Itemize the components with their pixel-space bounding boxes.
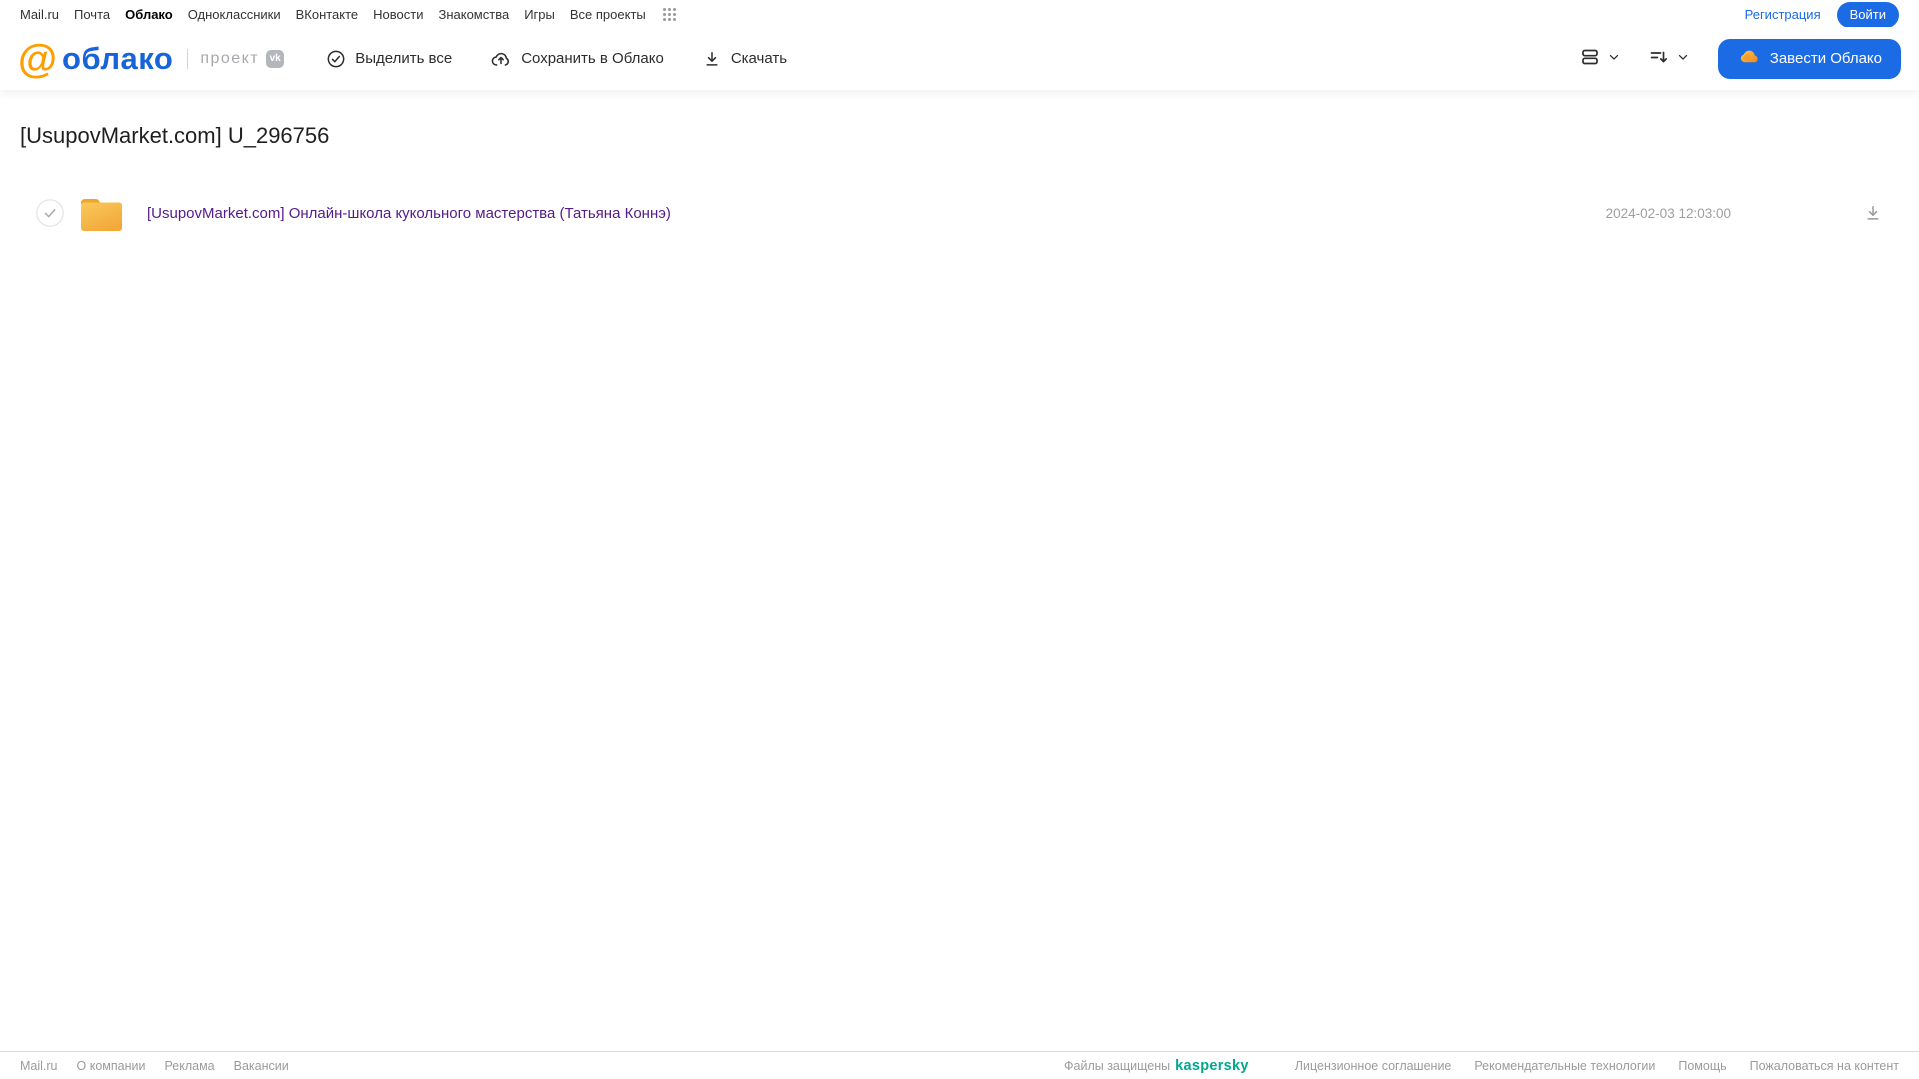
footer-help-link[interactable]: Помощь xyxy=(1678,1059,1726,1073)
protected-label: Файлы защищены xyxy=(1064,1058,1171,1073)
sort-icon xyxy=(1647,45,1671,72)
download-icon xyxy=(702,49,722,69)
topnav-odnoklassniki[interactable]: Одноклассники xyxy=(188,7,281,22)
chevron-down-icon xyxy=(1607,50,1621,67)
folder-icon[interactable] xyxy=(78,193,125,233)
mailru-at-icon: @ xyxy=(18,36,58,81)
file-date: 2024-02-03 12:03:00 xyxy=(1605,205,1731,221)
check-circle-icon xyxy=(326,49,346,69)
select-all-label: Выделить все xyxy=(355,50,453,67)
footer-report-link[interactable]: Пожаловаться на контент xyxy=(1750,1059,1899,1073)
orange-cloud-icon xyxy=(1737,45,1761,73)
cloud-header: @ облако проект vk Выделить все Сохранит… xyxy=(0,27,1919,90)
download-label: Скачать xyxy=(730,50,788,67)
topnav-igry[interactable]: Игры xyxy=(524,7,555,22)
portal-topbar: Mail.ru Почта Облако Одноклассники ВКонт… xyxy=(0,0,1919,28)
footer-ads-link[interactable]: Реклама xyxy=(164,1059,214,1073)
file-row[interactable]: [UsupovMarket.com] Онлайн-школа кукольно… xyxy=(20,187,1899,239)
topnav-vse-proekty[interactable]: Все проекты xyxy=(570,7,646,22)
footer-license-link[interactable]: Лицензионное соглашение xyxy=(1295,1059,1452,1073)
kaspersky-logo[interactable]: kaspersky xyxy=(1175,1058,1249,1074)
header-right-controls: Завести Облако xyxy=(1574,38,1901,79)
topnav-novosti[interactable]: Новости xyxy=(373,7,423,22)
project-label: проект xyxy=(200,49,260,67)
save-to-cloud-button[interactable]: Сохранить в Облако xyxy=(490,48,664,70)
topnav-oblako[interactable]: Облако xyxy=(125,7,173,22)
select-all-button[interactable]: Выделить все xyxy=(326,49,452,69)
footer-jobs-link[interactable]: Вакансии xyxy=(234,1059,289,1073)
footer-mailru-link[interactable]: Mail.ru xyxy=(20,1059,58,1073)
get-cloud-button[interactable]: Завести Облако xyxy=(1717,38,1901,79)
folder-name-link[interactable]: [UsupovMarket.com] Онлайн-школа кукольно… xyxy=(147,205,671,222)
download-button[interactable]: Скачать xyxy=(702,49,787,69)
footer-about-link[interactable]: О компании xyxy=(77,1059,146,1073)
cloud-logo[interactable]: @ облако проект vk xyxy=(18,36,285,81)
file-list: [UsupovMarket.com] Онлайн-школа кукольно… xyxy=(20,187,1899,239)
registration-link[interactable]: Регистрация xyxy=(1745,7,1821,22)
get-cloud-label: Завести Облако xyxy=(1769,50,1882,67)
topnav-vkontakte[interactable]: ВКонтакте xyxy=(296,7,359,22)
topnav-mailru[interactable]: Mail.ru xyxy=(20,7,59,22)
page-title: [UsupovMarket.com] U_296756 xyxy=(20,123,330,148)
list-view-icon xyxy=(1578,45,1602,72)
footer-recommendation-link[interactable]: Рекомендательные технологии xyxy=(1474,1059,1655,1073)
page-footer: Mail.ru О компании Реклама Вакансии Файл… xyxy=(0,1051,1919,1079)
main-content: [UsupovMarket.com] U_296756 [UsupovMarke… xyxy=(0,123,1919,239)
share-toolbar: Выделить все Сохранить в Облако Скачать xyxy=(326,48,787,70)
chevron-down-icon xyxy=(1676,50,1690,67)
apps-grid-icon[interactable] xyxy=(662,8,676,21)
cloud-logo-text: облако xyxy=(62,40,174,76)
sort-control[interactable] xyxy=(1643,41,1694,76)
topnav-znakomstva[interactable]: Знакомства xyxy=(438,7,509,22)
topnav-pochta[interactable]: Почта xyxy=(74,7,110,22)
view-mode-control[interactable] xyxy=(1574,41,1625,76)
row-checkbox[interactable] xyxy=(36,199,64,227)
login-button[interactable]: Войти xyxy=(1836,1,1899,28)
row-download-icon[interactable] xyxy=(1863,203,1883,223)
cloud-upload-icon xyxy=(490,48,512,70)
save-to-cloud-label: Сохранить в Облако xyxy=(521,50,664,67)
kaspersky-protection: Файлы защищены kaspersky xyxy=(1064,1058,1249,1074)
vk-badge-icon: vk xyxy=(266,49,285,68)
logo-divider xyxy=(187,48,189,69)
